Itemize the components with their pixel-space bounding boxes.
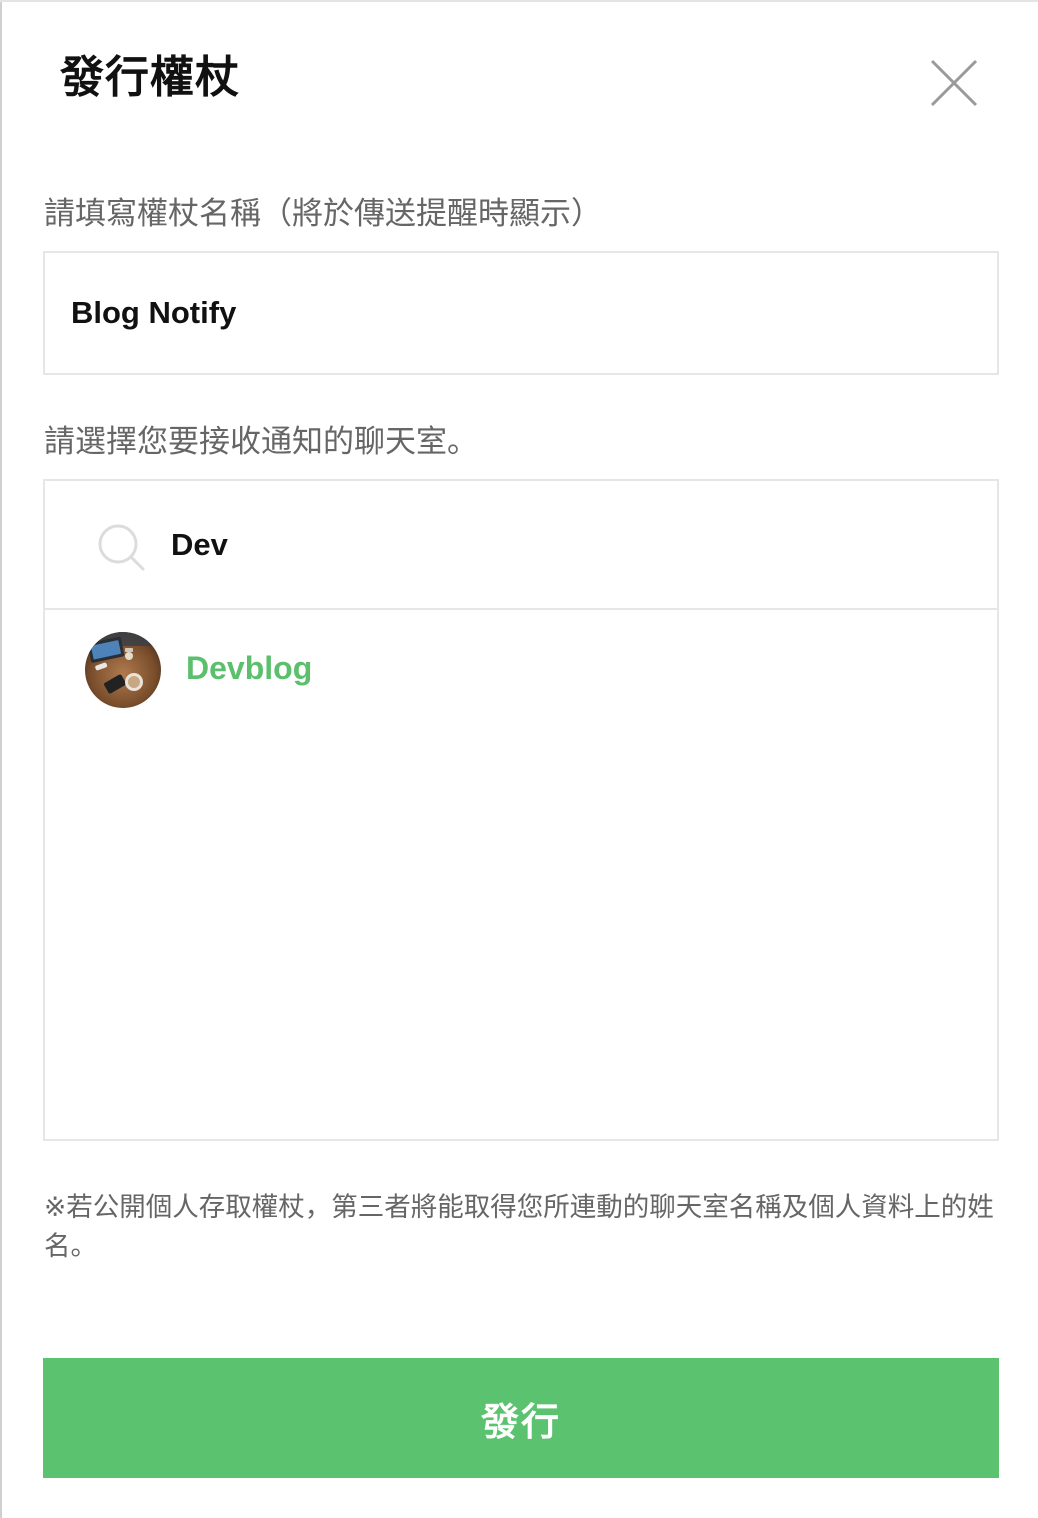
token-name-field <box>43 251 999 375</box>
issue-button[interactable]: 發行 <box>43 1358 999 1478</box>
group-avatar <box>85 632 161 708</box>
chat-room-label: 請選擇您要接收通知的聊天室。 <box>44 424 478 460</box>
chat-room-result-item[interactable]: Devblog <box>45 628 997 712</box>
top-edge-divider <box>0 0 1038 2</box>
close-icon <box>930 59 978 107</box>
chat-room-picker: Devblog <box>43 479 999 1141</box>
token-name-label: 請填寫權杖名稱（將於傳送提醒時顯示） <box>44 196 602 232</box>
issue-token-dialog: 發行權杖 請填寫權杖名稱（將於傳送提醒時顯示） 請選擇您要接收通知的聊天室。 <box>0 0 1038 1518</box>
privacy-notice: ※若公開個人存取權杖，第三者將能取得您所連動的聊天室名稱及個人資料上的姓名。 <box>44 1192 994 1262</box>
chat-room-search-row <box>45 481 997 610</box>
chat-room-search-input[interactable] <box>171 481 951 608</box>
close-button[interactable] <box>928 57 980 109</box>
chat-room-result-name: Devblog <box>186 650 313 686</box>
dialog-title: 發行權杖 <box>60 52 240 103</box>
search-icon <box>98 524 145 571</box>
left-edge-divider <box>0 0 2 1518</box>
token-name-input[interactable] <box>71 253 951 373</box>
